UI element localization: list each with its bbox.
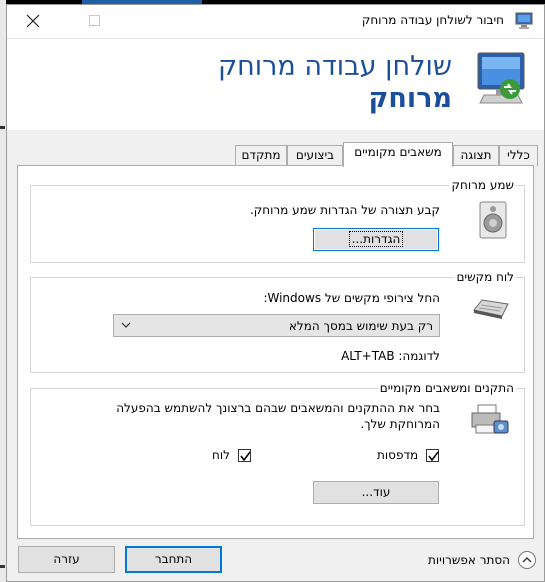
keyboard-legend: לוח מקשים: [454, 270, 516, 284]
host-mark: [0, 126, 5, 129]
keyboard-combo-value: רק בעת שימוש במסך המלא: [288, 319, 433, 333]
tab-general[interactable]: כללי: [499, 145, 538, 166]
host-mark: [0, 565, 5, 568]
keyboard-icon: [473, 299, 509, 319]
keyboard-example: לדוגמה: ALT+TAB: [341, 349, 440, 363]
tab-display[interactable]: תצוגה: [453, 145, 499, 166]
printer-device-icon: [471, 404, 509, 434]
dialog-header: שולחן עבודה מרוחק מרוחק: [7, 38, 544, 130]
remote-audio-group: שמע מרוחק קבע תצורה של הגדרות שמע מרוחק.…: [30, 178, 525, 263]
checkmark-icon: [428, 451, 439, 462]
tab-local-resources[interactable]: משאבים מקומיים: [343, 142, 453, 167]
tab-performance[interactable]: ביצועים: [287, 145, 343, 166]
maximize-button[interactable]: [89, 15, 100, 26]
rdp-dialog-window: חיבור לשולחן עבודה מרוחק שולחן עבודה מרו…: [6, 4, 545, 582]
audio-settings-button[interactable]: הגדרות...: [313, 228, 439, 251]
window-title: חיבור לשולחן עבודה מרוחק: [361, 13, 504, 27]
remote-audio-legend: שמע מרוחק: [449, 178, 516, 192]
hide-options-label: הסתר אפשרויות: [427, 553, 510, 567]
devices-description-line1: בחר את ההתקנים והמשאבים שבהם ברצונך להשת…: [116, 401, 440, 415]
header-title-line2: מרוחק: [368, 83, 453, 114]
remote-desktop-icon: [515, 12, 533, 29]
tab-strip: כללי תצוגה משאבים מקומיים ביצועים מתקדם: [7, 142, 544, 167]
devices-description-line2: המרוחקת שלך.: [360, 417, 440, 431]
title-bar: חיבור לשולחן עבודה מרוחק: [7, 5, 544, 38]
keyboard-combo-select[interactable]: רק בעת שימוש במסך המלא: [113, 314, 440, 337]
local-devices-group: התקנים ומשאבים מקומיים בחר את ההתקנים וה…: [30, 381, 525, 526]
remote-audio-description: קבע תצורה של הגדרות שמע מרוחק.: [249, 203, 440, 217]
local-resources-panel: שמע מרוחק קבע תצורה של הגדרות שמע מרוחק.…: [17, 165, 534, 539]
tab-advanced[interactable]: מתקדם: [235, 145, 287, 166]
close-button[interactable]: [23, 11, 43, 31]
clipboard-checkbox[interactable]: [238, 449, 251, 462]
header-title-line1: שולחן עבודה מרוחק: [218, 51, 452, 82]
help-button[interactable]: עזרה: [18, 546, 115, 573]
local-devices-legend: התקנים ומשאבים מקומיים: [377, 381, 516, 395]
speaker-icon: [479, 201, 507, 239]
more-devices-button[interactable]: עוד...: [313, 481, 439, 504]
close-icon: [26, 14, 40, 28]
connect-button[interactable]: התחבר: [125, 546, 222, 573]
keyboard-description: החל צירופי מקשים של Windows:: [263, 291, 440, 305]
printers-label[interactable]: מדפסות: [377, 448, 418, 462]
chevron-up-circle-icon: [518, 551, 536, 569]
keyboard-group: לוח מקשים החל צירופי מקשים של Windows: ר…: [30, 270, 525, 373]
chevron-down-icon: [121, 322, 131, 328]
checkmark-icon: [240, 451, 251, 462]
printers-checkbox[interactable]: [426, 449, 439, 462]
clipboard-label[interactable]: לוח: [212, 448, 230, 462]
remote-desktop-icon: [477, 52, 525, 104]
audio-settings-label: הגדרות...: [348, 231, 404, 247]
